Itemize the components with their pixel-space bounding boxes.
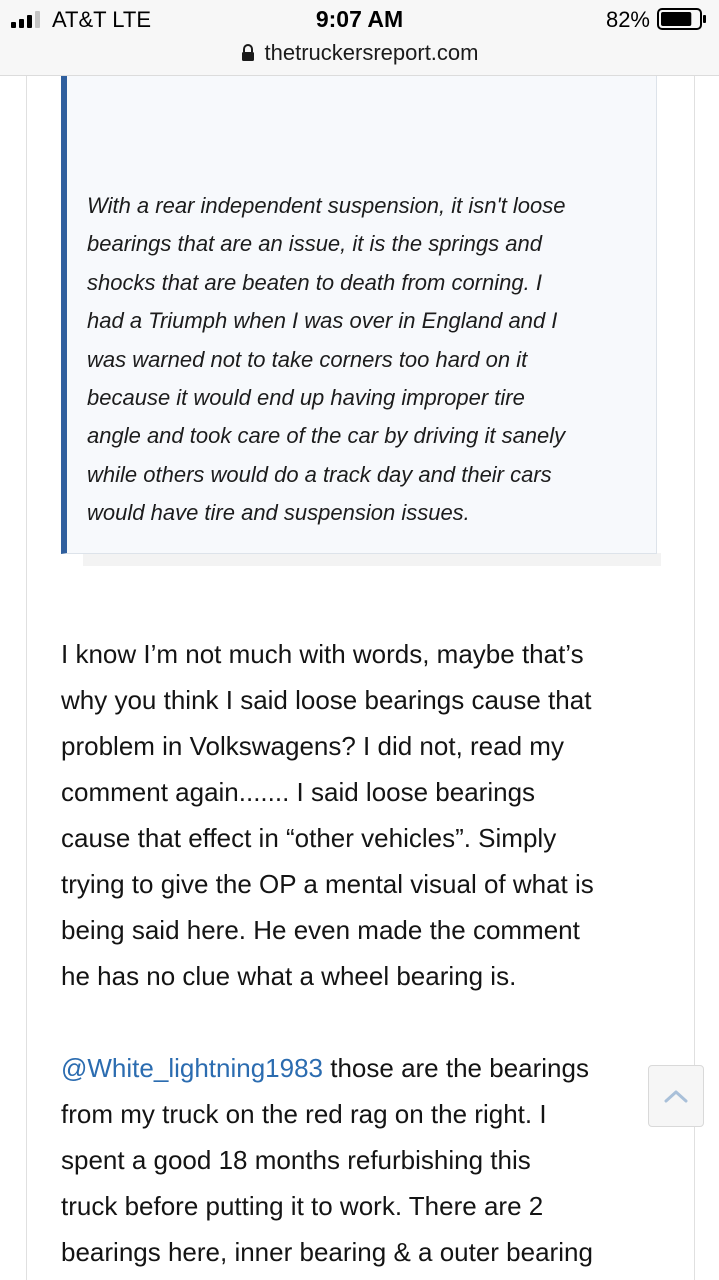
quote-line: bearings that are an issue, it is the sp…: [87, 231, 542, 257]
lock-icon: [241, 44, 254, 61]
quote-line: was warned not to take corners too hard …: [87, 346, 528, 372]
post-line: he has no clue what a wheel bearing is.: [61, 961, 517, 991]
post-paragraph: I know I’m not much with words, maybe th…: [61, 631, 661, 999]
post-line: truck before putting it to work. There a…: [61, 1191, 544, 1221]
battery-percent: 82%: [605, 7, 650, 32]
post-line: cause that effect in “other vehicles”. S…: [61, 823, 557, 853]
quote-line: while others would do a track day and th…: [87, 461, 552, 487]
post-line: being said here. He even made the commen…: [61, 915, 580, 945]
post-line: why you think I said loose bearings caus…: [61, 685, 592, 715]
post-line: comment again....... I said loose bearin…: [61, 777, 536, 807]
post-line: spent a good 18 months refurbishing this: [61, 1145, 531, 1175]
quote-line: had a Triumph when I was over in England…: [87, 308, 558, 334]
quote-shadow: [83, 553, 661, 566]
quote-line: angle and took care of the car by drivin…: [87, 423, 566, 449]
post-line: trying to give the OP a mental visual of…: [61, 869, 594, 899]
post-paragraph: @White_lightning1983 those are the beari…: [61, 1045, 661, 1275]
post-line: bearings here, inner bearing & a outer b…: [61, 1237, 593, 1267]
quote-line: shocks that are beaten to death from cor…: [87, 269, 542, 295]
scroll-to-top-button[interactable]: [648, 1065, 704, 1127]
chevron-up-icon: [664, 1090, 688, 1103]
url-text: thetruckersreport.com: [264, 40, 479, 65]
quoted-reply: With a rear independent suspension, it i…: [61, 76, 657, 554]
post-line: problem in Volkswagens? I did not, read …: [61, 731, 564, 761]
quote-line: because it would end up having improper …: [87, 385, 525, 411]
post-line: from my truck on the red rag on the righ…: [61, 1099, 547, 1129]
status-bar: AT&T LTE 9:07 AM 82% thetruckersreport.c…: [0, 0, 719, 76]
quote-line: With a rear independent suspension, it i…: [87, 193, 566, 218]
quote-text: With a rear independent suspension, it i…: [87, 187, 627, 533]
battery-icon: [657, 8, 706, 30]
address-bar[interactable]: thetruckersreport.com: [0, 38, 719, 68]
user-mention-link[interactable]: @White_lightning1983: [61, 1053, 323, 1083]
quote-line: would have tire and suspension issues.: [87, 500, 470, 526]
post-line: I know I’m not much with words, maybe th…: [61, 639, 584, 669]
post-line: those are the bearings: [323, 1053, 589, 1083]
